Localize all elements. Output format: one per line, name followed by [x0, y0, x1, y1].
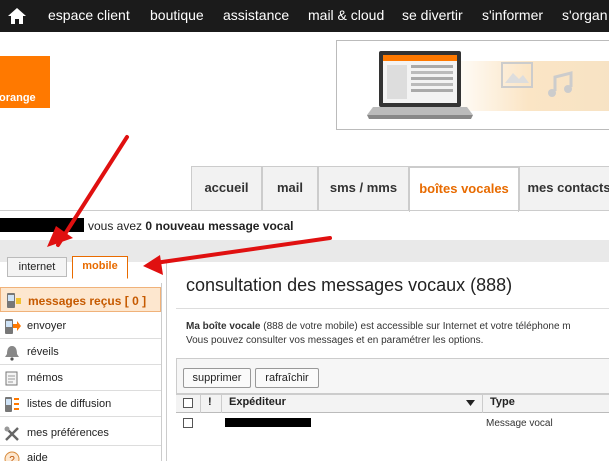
- broadcast-list-icon: [5, 397, 19, 412]
- memo-icon: [5, 371, 18, 386]
- menu-reveils[interactable]: réveils: [0, 340, 161, 365]
- row-checkbox[interactable]: [183, 418, 193, 428]
- orange-logo[interactable]: orange: [0, 56, 50, 108]
- description-bold: Ma boîte vocale: [186, 321, 261, 332]
- logo-text: orange: [0, 92, 36, 104]
- message-type-cell: Message vocal: [486, 418, 553, 429]
- nav-espace-client[interactable]: espace client: [48, 7, 130, 23]
- tab-accueil[interactable]: accueil: [191, 166, 262, 210]
- type-column-header[interactable]: Type: [490, 396, 515, 408]
- sort-down-icon[interactable]: [466, 400, 475, 406]
- nav-assistance[interactable]: assistance: [223, 7, 289, 23]
- tab-mes-contacts[interactable]: mes contacts: [519, 166, 609, 210]
- nav-se-divertir[interactable]: se divertir: [402, 7, 463, 23]
- menu-mes-preferences[interactable]: mes préférences: [0, 421, 161, 446]
- menu-listes-de-diffusion[interactable]: listes de diffusion: [0, 392, 161, 417]
- phone-send-icon: [5, 319, 21, 334]
- tab-mail[interactable]: mail: [262, 166, 318, 210]
- voicemail-status: vous avez 0 nouveau message vocal: [88, 219, 293, 233]
- redacted-username: [0, 218, 84, 232]
- menu-label: mémos: [27, 372, 64, 384]
- help-icon: ?: [4, 451, 20, 461]
- page-title: consultation des messages vocaux (888): [186, 275, 513, 295]
- status-suffix: nouveau message vocal: [152, 219, 294, 233]
- nav-s-informer[interactable]: s'informer: [482, 7, 543, 23]
- tab-mobile[interactable]: mobile: [72, 256, 128, 279]
- menu-aide[interactable]: ? aide: [0, 446, 161, 461]
- menu-label: messages reçus [ 0 ]: [28, 294, 147, 308]
- phone-inbox-icon: [7, 293, 21, 308]
- menu-envoyer[interactable]: envoyer: [0, 314, 161, 339]
- rafraichir-button[interactable]: rafraîchir: [255, 368, 319, 388]
- tools-icon: [4, 426, 19, 441]
- redacted-sender: [225, 418, 311, 427]
- menu-memos[interactable]: mémos: [0, 366, 161, 391]
- column-separator: [482, 394, 483, 413]
- svg-text:?: ?: [9, 455, 15, 461]
- promo-banner[interactable]: [336, 40, 609, 130]
- select-all-checkbox[interactable]: [183, 398, 193, 408]
- tab-internet[interactable]: internet: [7, 257, 67, 277]
- title-divider: [176, 308, 609, 309]
- tabs-underline: [0, 210, 609, 211]
- column-separator: [221, 394, 222, 413]
- top-navigation: espace client boutique assistance mail &…: [0, 0, 609, 32]
- menu-label: mes préférences: [27, 427, 109, 439]
- menu-label: réveils: [27, 346, 59, 358]
- menu-label: aide: [27, 452, 48, 461]
- menu-label: envoyer: [27, 320, 67, 332]
- description-line-1: Ma boîte vocale (888 de votre mobile) es…: [186, 321, 571, 332]
- menu-messages-recus[interactable]: messages reçus [ 0 ]: [0, 287, 161, 312]
- tab-boites-vocales[interactable]: boîtes vocales: [409, 166, 519, 212]
- nav-boutique[interactable]: boutique: [150, 7, 204, 23]
- description-line-2: Vous pouvez consulter vos messages et en…: [186, 335, 484, 346]
- nav-s-organiser[interactable]: s'organ: [562, 7, 607, 23]
- description-rest: (888 de votre mobile) est accessible sur…: [260, 321, 571, 332]
- alarm-bell-icon: [5, 346, 19, 361]
- left-menu: messages reçus [ 0 ] envoyer réveils mém…: [0, 283, 162, 461]
- menu-label: listes de diffusion: [27, 398, 112, 410]
- laptop-illustration: [367, 51, 573, 119]
- home-icon[interactable]: [6, 5, 28, 27]
- status-prefix: vous avez: [88, 219, 146, 233]
- priority-column-header[interactable]: !: [208, 396, 212, 408]
- supprimer-button[interactable]: supprimer: [183, 368, 251, 388]
- column-separator: [200, 394, 201, 413]
- tab-sms-mms[interactable]: sms / mms: [318, 166, 409, 210]
- expediteur-column-header[interactable]: Expéditeur: [229, 396, 286, 408]
- nav-mail-cloud[interactable]: mail & cloud: [308, 7, 384, 23]
